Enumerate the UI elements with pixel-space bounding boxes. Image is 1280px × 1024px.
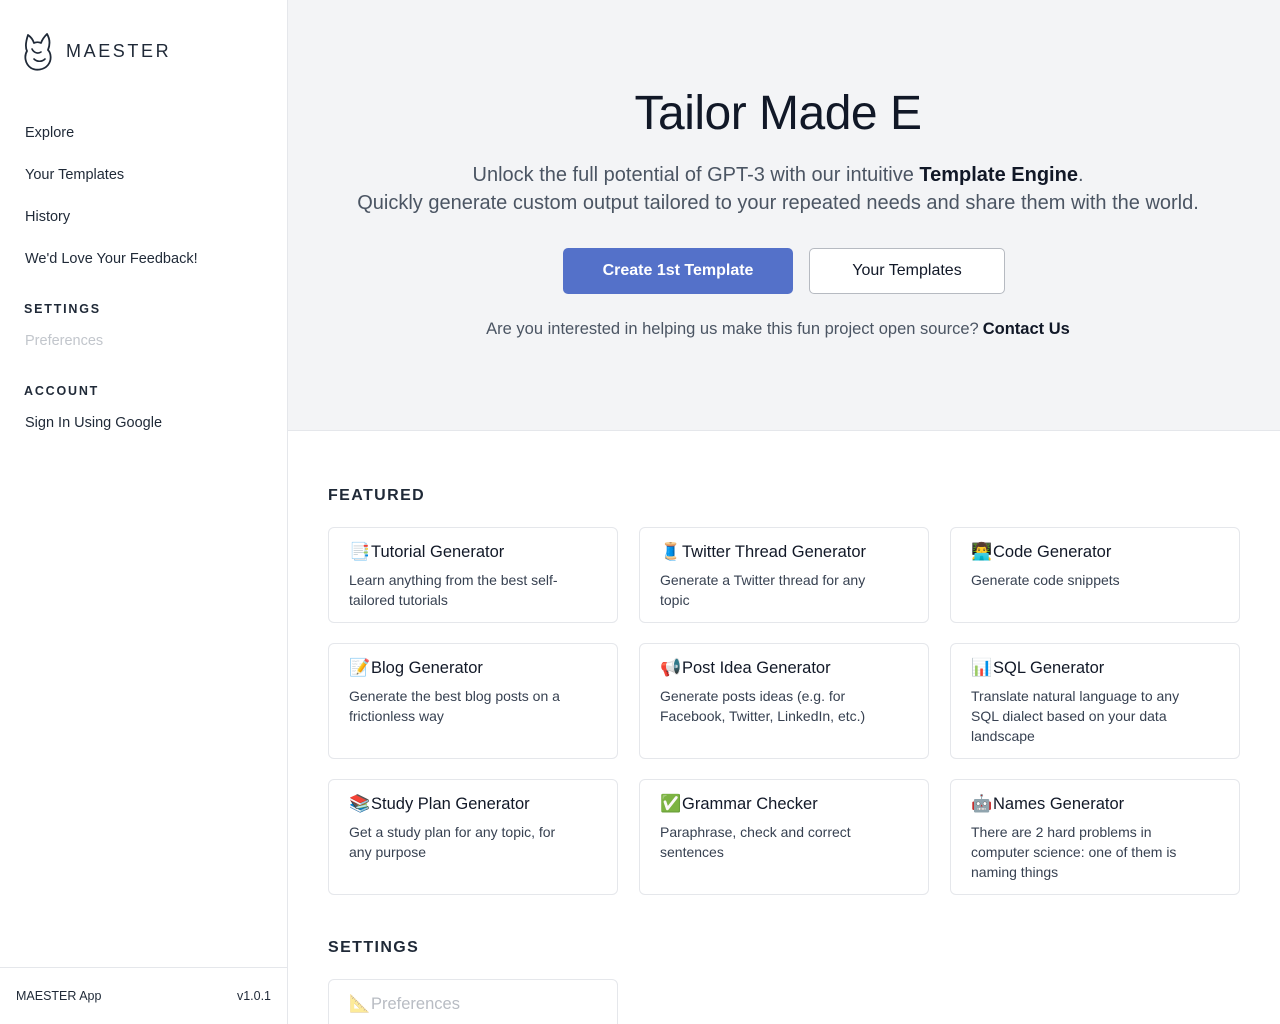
card-title-text: Blog Generator — [371, 659, 483, 677]
contact-us-link[interactable]: Contact Us — [983, 320, 1070, 338]
megaphone-icon: 📢 — [660, 658, 682, 677]
card-preferences: 📐 Preferences — [328, 979, 618, 1024]
card-description: Generate the best blog posts on a fricti… — [349, 688, 560, 724]
sidebar-settings-heading: SETTINGS — [24, 302, 101, 316]
your-templates-button[interactable]: Your Templates — [809, 248, 1005, 294]
technologist-icon: 👨‍💻 — [971, 542, 993, 561]
card-title-text: Code Generator — [993, 543, 1112, 561]
card-title: 📢 Post Idea Generator — [660, 658, 908, 678]
sidebar-item-feedback[interactable]: We'd Love Your Feedback! — [25, 250, 198, 268]
card-title-text: SQL Generator — [993, 659, 1105, 677]
hero-subtitle-bold: Template Engine — [919, 164, 1078, 186]
card-title: 📐 Preferences — [349, 994, 597, 1014]
sidebar-item-history[interactable]: History — [25, 208, 70, 226]
card-description: Learn anything from the best self-tailor… — [349, 572, 558, 608]
sidebar-item-sign-in-google[interactable]: Sign In Using Google — [25, 414, 162, 432]
card-tutorial-generator[interactable]: 📑 Tutorial Generator Learn anything from … — [328, 527, 618, 623]
main-content: Tailor Made E Unlock the full potential … — [288, 0, 1280, 1024]
card-title-text: Post Idea Generator — [682, 659, 831, 677]
sidebar-item-preferences: Preferences — [25, 333, 104, 349]
card-description: Get a study plan for any topic, for any … — [349, 824, 556, 860]
card-title-text: Study Plan Generator — [371, 795, 530, 813]
thread-icon: 🧵 — [660, 542, 682, 561]
card-blog-generator[interactable]: 📝 Blog Generator Generate the best blog p… — [328, 643, 618, 759]
footer-app-name: MAESTER App — [16, 989, 102, 1003]
card-study-plan-generator[interactable]: 📚 Study Plan Generator Get a study plan f… — [328, 779, 618, 895]
card-title-text: Twitter Thread Generator — [682, 543, 867, 561]
sidebar-footer: MAESTER App v1.0.1 — [0, 967, 287, 1024]
card-twitter-thread-generator[interactable]: 🧵 Twitter Thread Generator Generate a Twi… — [639, 527, 929, 623]
hero-title: Tailor Made E — [634, 87, 922, 140]
card-title: 👨‍💻 Code Generator — [971, 542, 1219, 562]
hero-contact: Are you interested in helping us make th… — [288, 320, 1268, 339]
brand-name: MAESTER — [66, 40, 172, 61]
card-title: 📚 Study Plan Generator — [349, 794, 597, 814]
card-sql-generator[interactable]: 📊 SQL Generator Translate natural languag… — [950, 643, 1240, 759]
featured-heading: FEATURED — [328, 487, 426, 504]
hero-subtitle-line2: Quickly generate custom output tailored … — [357, 192, 1199, 214]
contact-text: Are you interested in helping us make th… — [486, 320, 979, 338]
card-post-idea-generator[interactable]: 📢 Post Idea Generator Generate posts idea… — [639, 643, 929, 759]
robot-icon: 🤖 — [971, 794, 993, 813]
maester-logo-icon — [24, 33, 52, 71]
card-description: Generate a Twitter thread for any topic — [660, 572, 866, 608]
sidebar-item-explore[interactable]: Explore — [25, 124, 74, 142]
bar-chart-icon: 📊 — [971, 658, 993, 677]
hero-subtitle-prefix: Unlock the full potential of GPT-3 with … — [472, 164, 920, 186]
card-title: 🧵 Twitter Thread Generator — [660, 542, 908, 562]
card-description: Generate posts ideas (e.g. for Facebook,… — [660, 688, 866, 724]
card-title-text: Names Generator — [993, 795, 1125, 813]
sidebar: MAESTER Explore Your Templates History W… — [0, 0, 288, 1024]
create-template-button[interactable]: Create 1st Template — [563, 248, 793, 294]
footer-version: v1.0.1 — [236, 989, 271, 1003]
card-description: Generate code snippets — [971, 572, 1120, 588]
card-title: 📊 SQL Generator — [971, 658, 1219, 678]
card-title: 📝 Blog Generator — [349, 658, 597, 678]
card-title-text: Grammar Checker — [682, 795, 818, 813]
logo[interactable]: MAESTER — [22, 30, 171, 72]
sidebar-item-your-templates[interactable]: Your Templates — [25, 166, 124, 184]
tutorial-icon: 📑 — [349, 542, 371, 561]
card-title: 📑 Tutorial Generator — [349, 542, 597, 562]
card-title: 🤖 Names Generator — [971, 794, 1219, 814]
card-grammar-checker[interactable]: ✅ Grammar Checker Paraphrase, check and c… — [639, 779, 929, 895]
card-description: There are 2 hard problems in computer sc… — [971, 824, 1177, 880]
hero-subtitle-suffix: . — [1077, 164, 1084, 186]
hero: Tailor Made E Unlock the full potential … — [288, 0, 1280, 431]
card-title: ✅ Grammar Checker — [660, 794, 908, 814]
card-names-generator[interactable]: 🤖 Names Generator There are 2 hard proble… — [950, 779, 1240, 895]
check-mark-icon: ✅ — [660, 794, 682, 813]
books-icon: 📚 — [349, 794, 371, 813]
hero-subtitle-line1: Unlock the full potential of GPT-3 with … — [288, 161, 1268, 189]
card-title-text: Tutorial Generator — [371, 543, 505, 561]
card-description: Paraphrase, check and correct sentences — [660, 824, 851, 860]
memo-icon: 📝 — [349, 658, 371, 677]
card-code-generator[interactable]: 👨‍💻 Code Generator Generate code snippets — [950, 527, 1240, 623]
triangular-ruler-icon: 📐 — [349, 994, 371, 1013]
settings-heading: SETTINGS — [328, 939, 420, 956]
card-description: Translate natural language to any SQL di… — [971, 688, 1180, 744]
sidebar-account-heading: ACCOUNT — [24, 384, 100, 398]
card-title-text: Preferences — [371, 995, 460, 1013]
